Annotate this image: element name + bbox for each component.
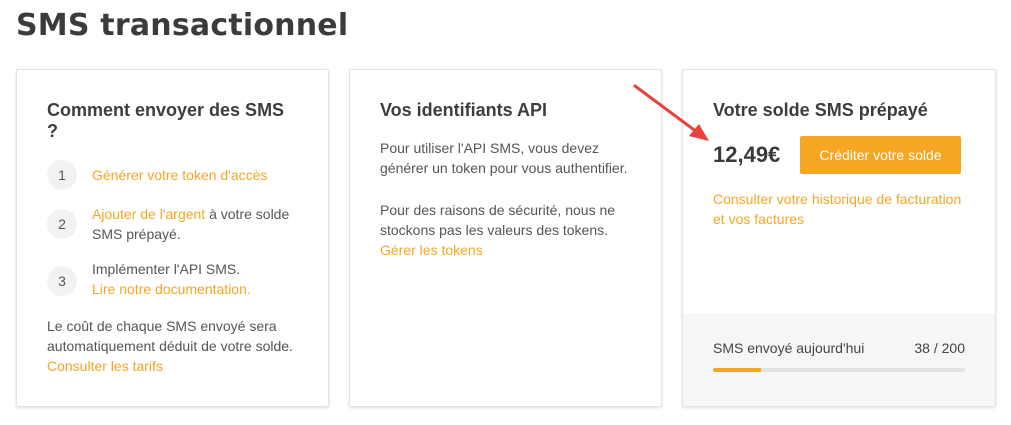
balance-title: Votre solde SMS prépayé	[713, 100, 928, 120]
step-2-text: Ajouter de l'argent à votre solde SMS pr…	[92, 204, 322, 244]
how-to-send-card: Comment envoyer des SMS ? 1 Générer votr…	[16, 69, 329, 407]
credit-balance-button[interactable]: Créditer votre solde	[800, 136, 961, 174]
step-1-number: 1	[47, 160, 77, 190]
cost-info-text: Le coût de chaque SMS envoyé sera automa…	[47, 318, 293, 354]
sms-sent-label: SMS envoyé aujourd'hui	[713, 340, 865, 356]
generate-token-link[interactable]: Générer votre token d'accès	[92, 167, 267, 183]
api-credentials-card: Vos identifiants API Pour utiliser l'API…	[349, 69, 662, 407]
step-3-number: 3	[47, 266, 77, 296]
add-money-link[interactable]: Ajouter de l'argent	[92, 206, 205, 222]
manage-tokens-link[interactable]: Gérer les tokens	[380, 242, 483, 258]
annotation-arrow-icon	[633, 84, 709, 141]
billing-history-link[interactable]: Consulter votre historique de facturatio…	[713, 189, 973, 229]
balance-amount: 12,49€	[713, 142, 781, 167]
api-token-info: Pour utiliser l'API SMS, vous devez géné…	[380, 140, 628, 176]
api-credentials-title: Vos identifiants API	[380, 100, 548, 120]
pricing-link[interactable]: Consulter les tarifs	[47, 358, 163, 374]
step-3-text: Implémenter l'API SMS. Lire notre docume…	[92, 259, 322, 299]
security-info: Pour des raisons de sécurité, nous ne st…	[380, 200, 640, 260]
step-2-number: 2	[47, 209, 77, 239]
security-info-text: Pour des raisons de sécurité, nous ne st…	[380, 202, 616, 238]
step-3-description: Implémenter l'API SMS.	[92, 261, 241, 277]
prepaid-balance-card: Votre solde SMS prépayé 12,49€ Créditer …	[682, 69, 996, 407]
cost-info: Le coût de chaque SMS envoyé sera automa…	[47, 316, 297, 376]
how-to-send-title: Comment envoyer des SMS ?	[47, 100, 285, 141]
documentation-link[interactable]: Lire notre documentation.	[92, 279, 322, 299]
step-1-text: Générer votre token d'accès	[92, 165, 322, 185]
page-title: SMS transactionnel	[16, 8, 349, 43]
sms-usage-progress-fill	[713, 368, 761, 372]
sms-usage-progress	[713, 368, 965, 372]
sms-usage-panel: SMS envoyé aujourd'hui 38 / 200	[683, 314, 995, 406]
sms-sent-count: 38 / 200	[914, 340, 965, 356]
